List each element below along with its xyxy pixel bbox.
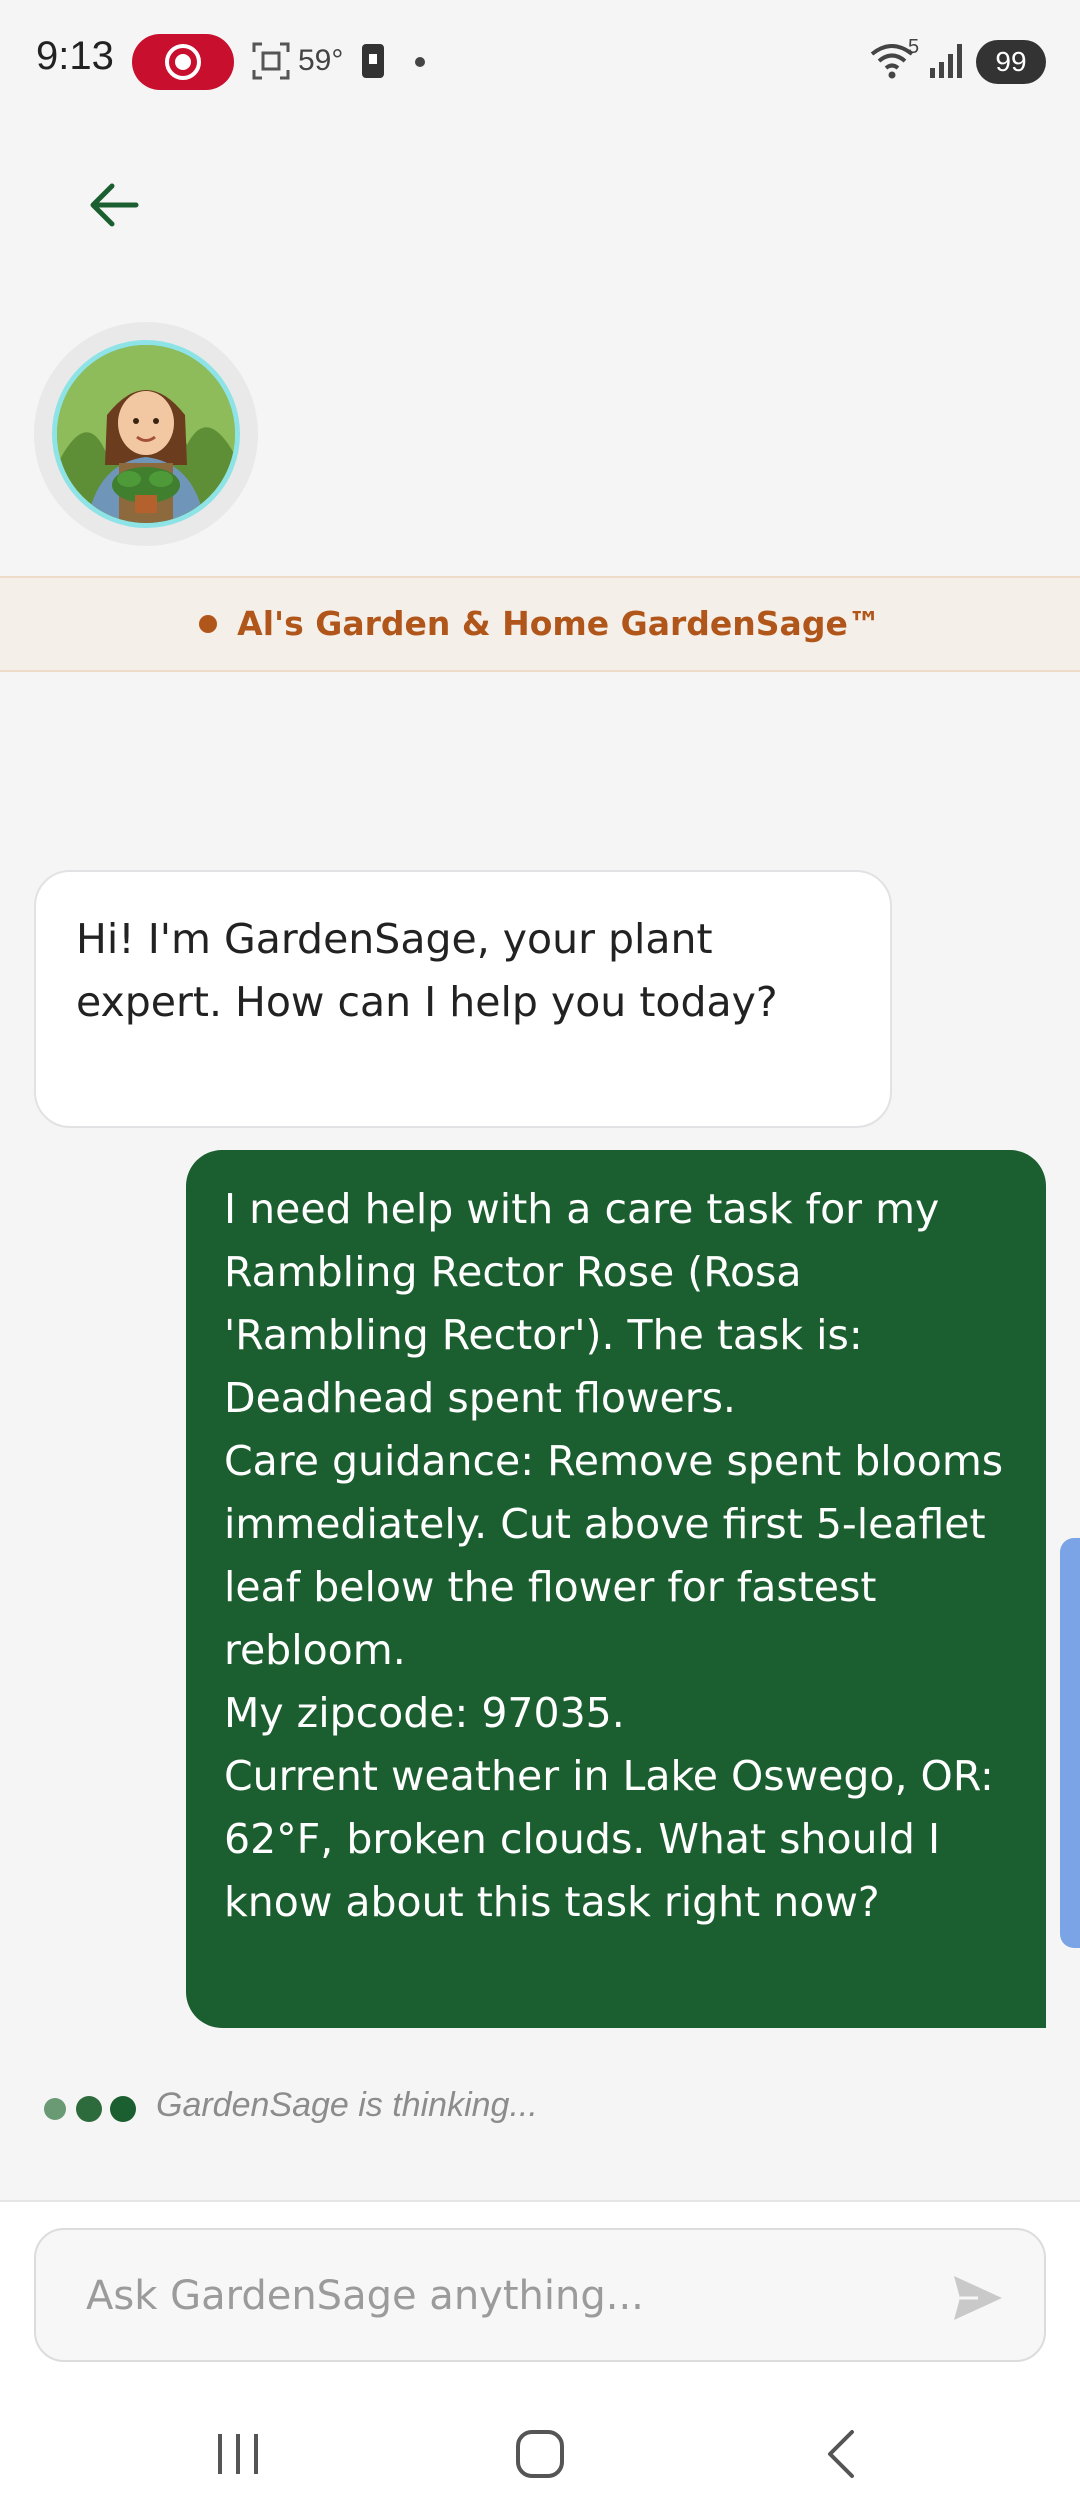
typing-dot [44, 2098, 66, 2120]
message-input-container[interactable] [34, 2228, 1046, 2362]
dot-icon [415, 57, 425, 67]
edge-panel-handle[interactable] [1060, 1538, 1080, 1948]
status-bar: 9:13 59° 5 99 [0, 0, 1080, 120]
typing-dot [110, 2096, 136, 2122]
bot-message-bubble: Hi! I'm GardenSage, your plant expert. H… [34, 870, 892, 1128]
brand-title: Al's Garden & Home GardenSage™ [237, 604, 881, 643]
signal-icon [930, 44, 962, 78]
avatar [34, 322, 258, 546]
composer [0, 2200, 1080, 2384]
typing-dot [76, 2096, 102, 2122]
system-navigation-bar [0, 2384, 1080, 2520]
user-message-text: I need help with a care task for my Ramb… [224, 1185, 1004, 1926]
back-arrow-icon[interactable] [80, 170, 150, 240]
gardener-avatar-image [52, 340, 240, 528]
status-dot-icon [199, 615, 218, 633]
user-message-bubble: I need help with a care task for my Ramb… [186, 1150, 1046, 2028]
screen-record-icon[interactable] [132, 34, 234, 90]
status-temperature: 59° [298, 44, 344, 77]
brand-banner: Al's Garden & Home GardenSage™ [0, 576, 1080, 672]
status-time: 9:13 [36, 34, 114, 78]
message-input[interactable] [86, 2260, 926, 2332]
thinking-status-text: GardenSage is thinking... [156, 2086, 538, 2124]
bot-message-text: Hi! I'm GardenSage, your plant expert. H… [76, 915, 778, 1026]
screenshot-icon [252, 42, 290, 80]
send-icon[interactable] [948, 2268, 1008, 2328]
back-icon[interactable] [802, 2418, 882, 2488]
wifi-badge: 5 [908, 36, 920, 58]
home-icon[interactable] [500, 2418, 580, 2488]
phone-icon [362, 44, 384, 78]
app-screen: 9:13 59° 5 99 Al's Garden & Home GardenS… [0, 0, 1080, 2520]
recent-apps-icon[interactable] [198, 2418, 278, 2488]
battery-icon: 99 [976, 40, 1046, 84]
